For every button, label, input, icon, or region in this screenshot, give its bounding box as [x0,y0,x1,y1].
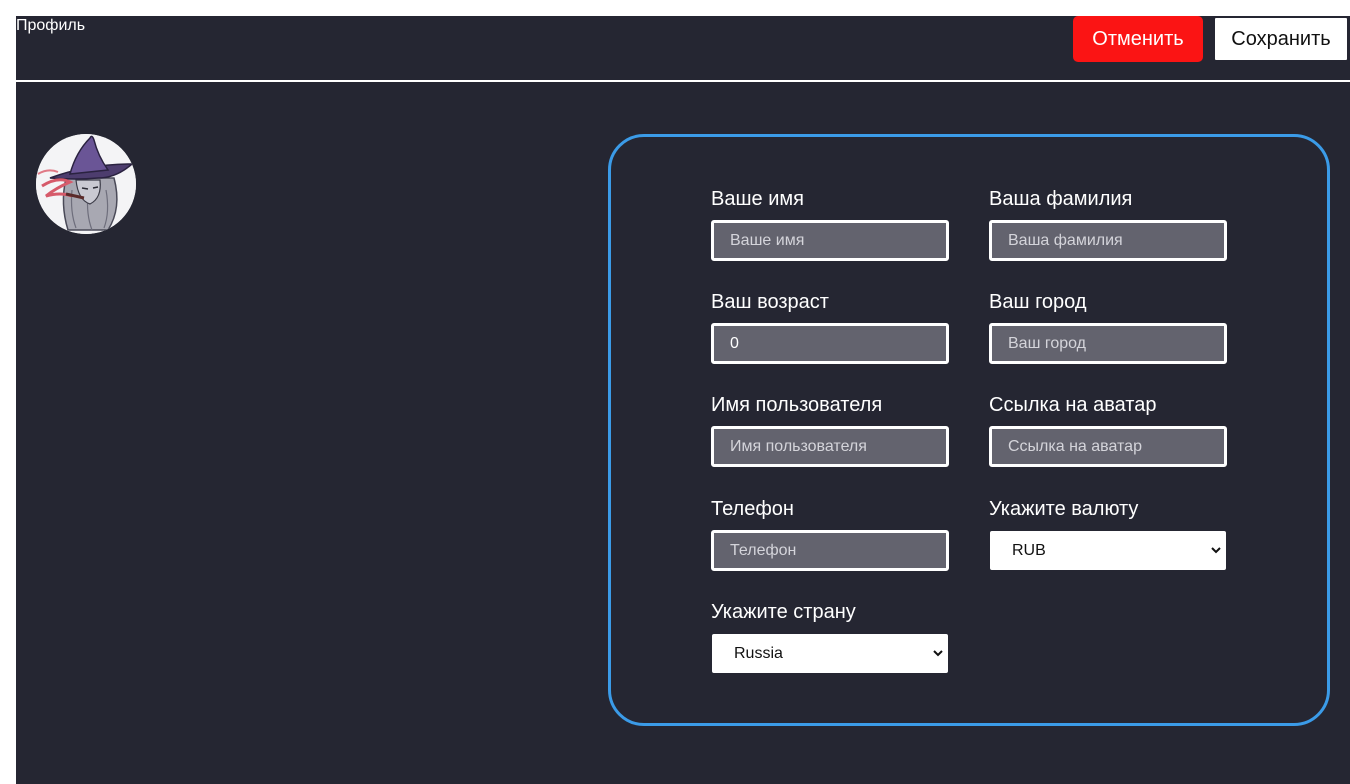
country-group: Укажите страну Russia [711,601,949,674]
first-name-input[interactable] [711,220,949,261]
username-group: Имя пользователя [711,394,949,467]
profile-page: Профиль Отменить Сохранить Ваше имя Ваше… [16,16,1350,784]
age-input[interactable] [711,323,949,364]
last-name-input[interactable] [989,220,1227,261]
save-button[interactable]: Сохранить [1213,16,1349,62]
avatar-url-input[interactable] [989,426,1227,467]
city-input[interactable] [989,323,1227,364]
city-label: Ваш город [989,291,1087,313]
currency-select[interactable]: RUB [989,530,1227,571]
country-label: Укажите страну [711,601,856,623]
currency-group: Укажите валюту RUB [989,498,1227,571]
phone-label: Телефон [711,498,794,520]
last-name-label: Ваша фамилия [989,188,1133,210]
last-name-group: Ваша фамилия [989,188,1227,261]
avatar[interactable] [36,134,136,234]
username-label: Имя пользователя [711,394,883,416]
age-label: Ваш возраст [711,291,829,313]
first-name-label: Ваше имя [711,188,804,210]
header-bar: Профиль Отменить Сохранить [16,16,1350,82]
phone-input[interactable] [711,530,949,571]
city-group: Ваш город [989,291,1227,364]
username-input[interactable] [711,426,949,467]
avatar-url-group: Ссылка на аватар [989,394,1227,467]
currency-label: Укажите валюту [989,498,1139,520]
page-title: Профиль [16,17,86,34]
first-name-group: Ваше имя [711,188,949,261]
age-group: Ваш возраст [711,291,949,364]
profile-form: Ваше имя Ваша фамилия Ваш возраст Ваш го… [608,134,1330,726]
country-select[interactable]: Russia [711,633,949,674]
phone-group: Телефон [711,498,949,571]
cancel-button[interactable]: Отменить [1073,16,1203,62]
avatar-url-label: Ссылка на аватар [989,394,1157,416]
user-avatar-icon [36,134,136,234]
